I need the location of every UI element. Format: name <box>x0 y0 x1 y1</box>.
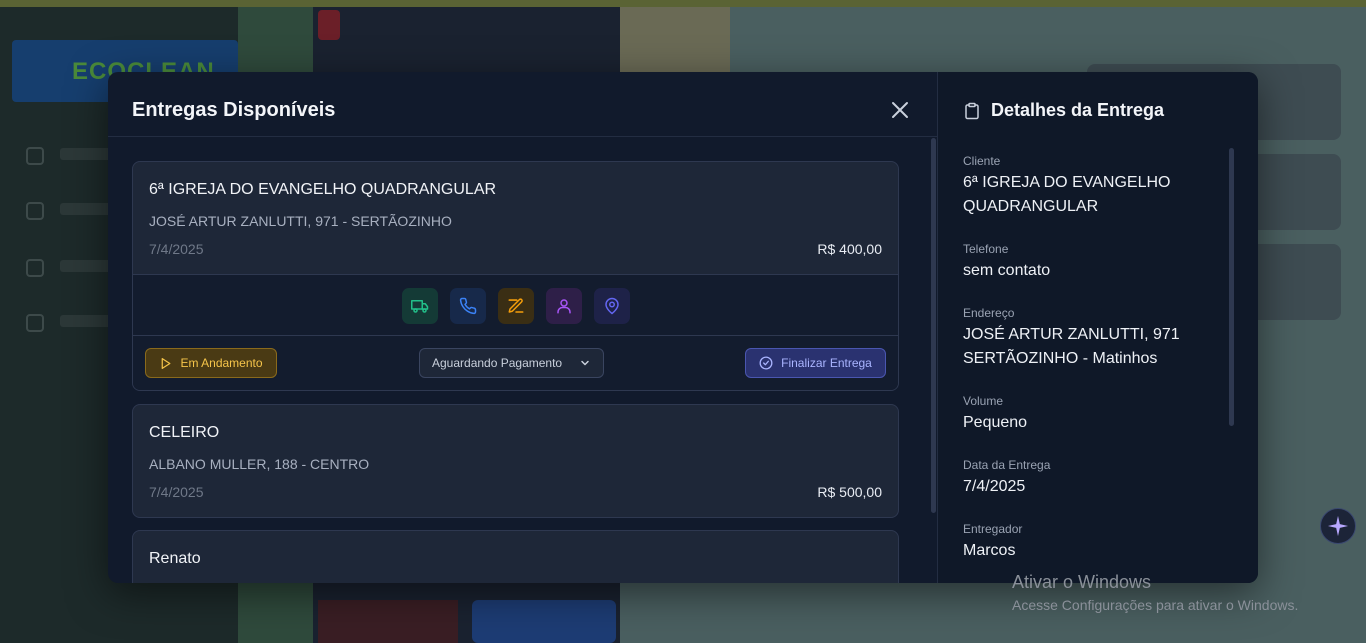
list-scrollbar[interactable] <box>931 138 936 513</box>
courier-value: Marcos <box>963 542 1016 559</box>
delivery-card[interactable]: Renato <box>132 530 899 583</box>
deliveries-scroll-area[interactable]: 6ª IGREJA DO EVANGELHO QUADRANGULAR JOSÉ… <box>108 137 937 583</box>
delivery-card[interactable]: CELEIRO ALBANO MULLER, 188 - CENTRO 7/4/… <box>132 404 899 518</box>
in-progress-button[interactable]: Em Andamento <box>145 348 277 378</box>
client-label: Cliente <box>963 154 1001 168</box>
payment-status-select[interactable]: Aguardando Pagamento <box>419 348 604 378</box>
payment-status-value: Aguardando Pagamento <box>432 356 563 370</box>
play-icon <box>162 357 171 369</box>
finish-delivery-button[interactable]: Finalizar Entrega <box>745 348 886 378</box>
details-title: Detalhes da Entrega <box>991 100 1165 120</box>
address-label: Endereço <box>963 306 1015 320</box>
finish-delivery-label: Finalizar Entrega <box>781 356 872 370</box>
delivery-client-name: 6ª IGREJA DO EVANGELHO QUADRANGULAR <box>149 181 497 198</box>
delivery-client-name: Renato <box>149 550 201 567</box>
courier-label: Entregador <box>963 522 1023 536</box>
delivery-address: JOSÉ ARTUR ZANLUTTI, 971 - SERTÃOZINHO <box>149 213 452 229</box>
phone-icon <box>459 297 477 315</box>
edit-button[interactable] <box>498 288 534 324</box>
background-red-icon <box>318 10 340 40</box>
delivery-date-value: 7/4/2025 <box>963 478 1026 495</box>
close-icon <box>892 102 908 118</box>
delivery-actions-row <box>133 274 898 336</box>
delivery-status-row: Em Andamento Aguardando Pagamento Finali… <box>133 336 898 390</box>
deliveries-list-panel: Entregas Disponíveis 6ª IGREJA DO EVANGE… <box>108 72 937 583</box>
check-circle-icon <box>759 356 773 370</box>
background-blue-button <box>472 600 616 643</box>
delivery-address: ALBANO MULLER, 188 - CENTRO <box>149 456 370 472</box>
delivery-date: 7/4/2025 <box>149 241 204 257</box>
phone-value: sem contato <box>963 262 1051 279</box>
address-value: JOSÉ ARTUR ZANLUTTI, 971 SERTÃOZINHO - M… <box>963 326 1180 367</box>
volume-label: Volume <box>963 394 1004 408</box>
phone-label: Telefone <box>963 242 1009 256</box>
windows-activation-subtitle: Acesse Configurações para ativar o Windo… <box>1012 597 1299 613</box>
delivery-date-label: Data da Entrega <box>963 458 1051 472</box>
modal-header: Entregas Disponíveis <box>108 72 937 137</box>
delivery-price: R$ 400,00 <box>817 241 882 257</box>
chevron-down-icon <box>581 360 589 366</box>
truck-icon <box>411 300 429 313</box>
delivery-date: 7/4/2025 <box>149 484 204 500</box>
delivery-client-name: CELEIRO <box>149 424 220 441</box>
user-icon <box>557 299 571 314</box>
volume-value: Pequeno <box>963 414 1028 431</box>
details-scrollbar[interactable] <box>1229 148 1234 426</box>
delivery-price: R$ 500,00 <box>817 484 882 500</box>
map-pin-icon <box>605 297 619 315</box>
truck-button[interactable] <box>402 288 438 324</box>
background-red-button <box>318 600 458 643</box>
modal-title: Entregas Disponíveis <box>132 99 336 121</box>
deliveries-modal: Entregas Disponíveis 6ª IGREJA DO EVANGE… <box>108 72 1258 583</box>
top-strip <box>0 0 1366 7</box>
close-button[interactable] <box>888 98 912 122</box>
delivery-card[interactable]: 6ª IGREJA DO EVANGELHO QUADRANGULAR JOSÉ… <box>132 161 899 391</box>
clipboard-icon <box>965 102 979 120</box>
windows-activation-title: Ativar o Windows <box>1012 572 1152 592</box>
delivery-details-panel: Detalhes da Entrega Cliente 6ª IGREJA DO… <box>937 72 1258 583</box>
location-button[interactable] <box>594 288 630 324</box>
sparkle-icon <box>1327 515 1349 537</box>
edit-icon <box>508 298 524 313</box>
phone-button[interactable] <box>450 288 486 324</box>
assistant-button[interactable] <box>1320 508 1356 544</box>
user-button[interactable] <box>546 288 582 324</box>
in-progress-label: Em Andamento <box>180 356 263 370</box>
client-value: 6ª IGREJA DO EVANGELHO QUADRANGULAR <box>963 174 1171 215</box>
